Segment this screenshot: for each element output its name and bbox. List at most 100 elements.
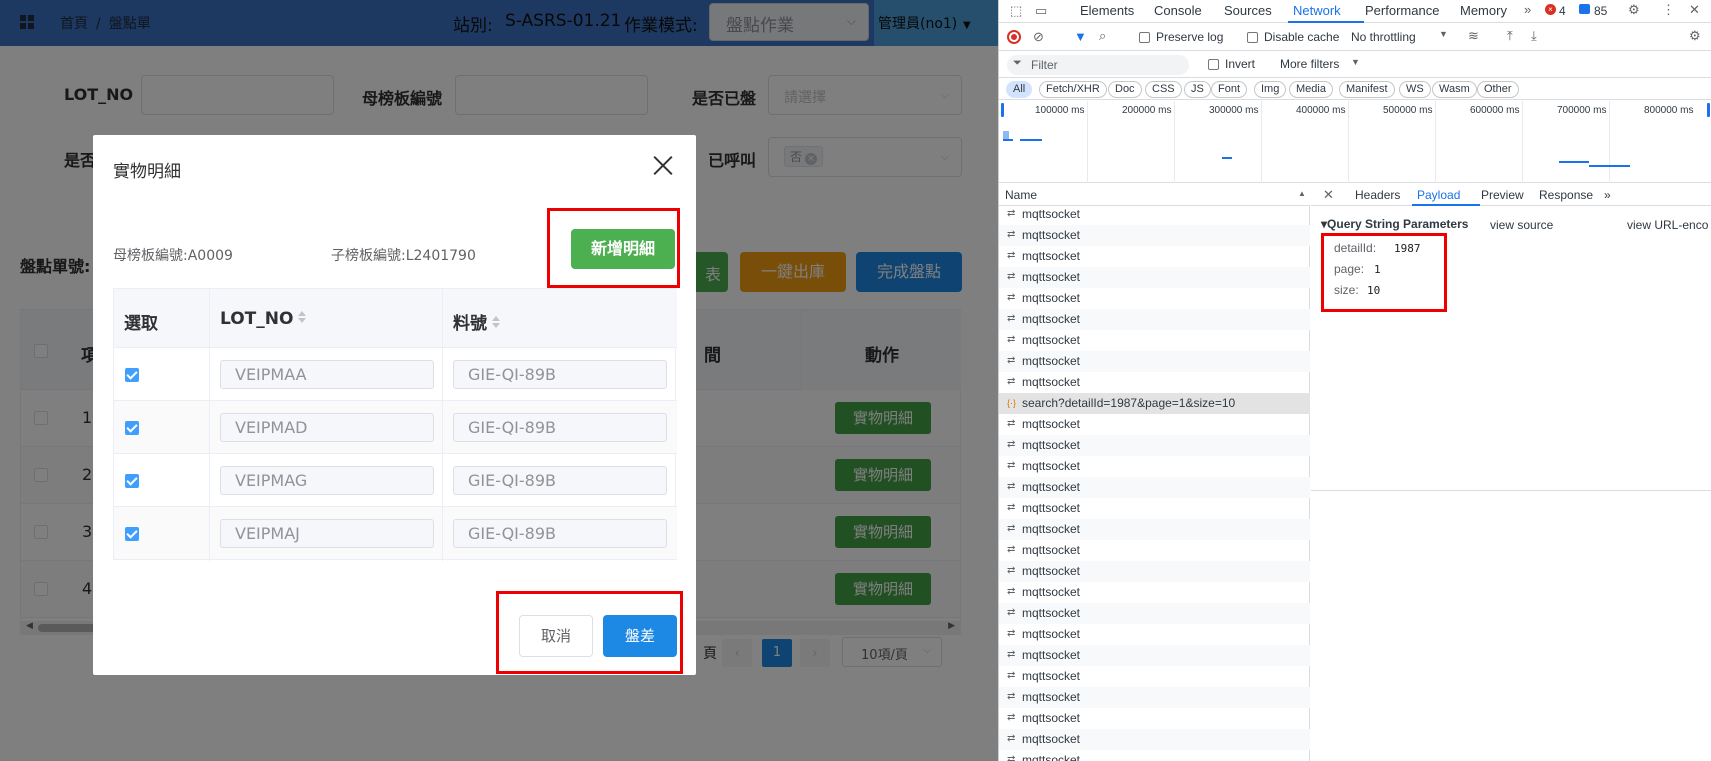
type-filter-all[interactable]: All: [1006, 81, 1033, 98]
disable-cache-checkbox[interactable]: [1247, 32, 1258, 43]
request-row[interactable]: ⇄ mqttsocket: [999, 246, 1310, 267]
clear-icon[interactable]: ⊘: [1033, 29, 1044, 45]
type-filter-other[interactable]: Other: [1477, 81, 1519, 98]
record-icon[interactable]: [1007, 30, 1021, 44]
request-row[interactable]: ⇄ mqttsocket: [999, 603, 1310, 624]
row-checked-checkbox[interactable]: [125, 421, 139, 435]
timeline-selection-handle[interactable]: [1707, 103, 1710, 117]
request-row[interactable]: ⇄ mqttsocket: [999, 330, 1310, 351]
close-icon[interactable]: [648, 150, 678, 180]
request-row[interactable]: ⇄ mqttsocket: [999, 687, 1310, 708]
request-row[interactable]: ⇄ mqttsocket: [999, 477, 1310, 498]
request-row[interactable]: ⇄ mqttsocket: [999, 435, 1310, 456]
request-row[interactable]: ⇄ mqttsocket: [999, 624, 1310, 645]
request-row[interactable]: ⇄ mqttsocket: [999, 498, 1310, 519]
throttling-select[interactable]: No throttling: [1351, 30, 1416, 44]
sort-icon[interactable]: [298, 311, 307, 323]
request-row[interactable]: ⇄ mqttsocket: [999, 729, 1310, 750]
row-checked-checkbox[interactable]: [125, 368, 139, 382]
request-row[interactable]: ⇄ mqttsocket: [999, 750, 1310, 761]
request-row[interactable]: ⇄ mqttsocket: [999, 414, 1310, 435]
type-filter-wasm[interactable]: Wasm: [1432, 81, 1477, 98]
inspect-element-icon[interactable]: ⬚: [1010, 3, 1022, 19]
type-filter-js[interactable]: JS: [1184, 81, 1211, 98]
network-settings-icon[interactable]: ⚙: [1689, 28, 1701, 44]
more-tabs-icon[interactable]: »: [1604, 188, 1611, 202]
caret-down-icon[interactable]: ▼: [1351, 57, 1360, 67]
request-row[interactable]: ⇄ mqttsocket: [999, 309, 1310, 330]
caret-down-icon[interactable]: ▼: [1439, 29, 1448, 39]
query-string-parameters-title[interactable]: ▾Query String Parameters: [1321, 217, 1468, 231]
request-row[interactable]: ⇄ mqttsocket: [999, 708, 1310, 729]
close-devtools-icon[interactable]: ✕: [1689, 2, 1700, 18]
cancel-button[interactable]: 取消: [519, 615, 593, 657]
request-row[interactable]: ⇄ mqttsocket: [999, 372, 1310, 393]
type-filter-doc[interactable]: Doc: [1108, 81, 1142, 98]
part-no-field[interactable]: GIE-QI-89B: [453, 360, 667, 389]
sort-up-icon[interactable]: ▲: [1298, 189, 1306, 198]
network-timeline-overview[interactable]: 100000 ms 200000 ms 300000 ms 400000 ms …: [999, 101, 1711, 183]
name-column-header[interactable]: Name: [1005, 188, 1037, 202]
tab-preview[interactable]: Preview: [1481, 188, 1524, 202]
message-count[interactable]: 85: [1594, 4, 1607, 18]
lot-no-field[interactable]: VEIPMAG: [220, 466, 434, 495]
tab-sources[interactable]: Sources: [1224, 3, 1272, 18]
upload-icon[interactable]: ⤒: [1507, 28, 1513, 44]
tab-memory[interactable]: Memory: [1460, 3, 1507, 18]
type-filter-fetch-xhr[interactable]: Fetch/XHR: [1039, 81, 1107, 98]
part-no-column-header[interactable]: 料號: [453, 309, 500, 334]
invert-checkbox[interactable]: [1208, 59, 1219, 70]
network-conditions-icon[interactable]: ≋: [1468, 28, 1479, 44]
search-icon[interactable]: ⌕: [1099, 28, 1106, 44]
sort-icon[interactable]: [492, 316, 500, 328]
count-difference-button[interactable]: 盤差: [603, 615, 677, 657]
error-count[interactable]: 4: [1559, 4, 1566, 18]
timeline-selection-handle[interactable]: [1001, 103, 1004, 117]
type-filter-ws[interactable]: WS: [1399, 81, 1431, 98]
preserve-log-checkbox[interactable]: [1139, 32, 1150, 43]
request-row[interactable]: ⇄ mqttsocket: [999, 561, 1310, 582]
tab-headers[interactable]: Headers: [1355, 188, 1400, 202]
request-row[interactable]: ⇄ mqttsocket: [999, 540, 1310, 561]
request-row[interactable]: ⇄ mqttsocket: [999, 204, 1310, 225]
device-toolbar-icon[interactable]: ▭: [1035, 3, 1047, 19]
more-tabs-icon[interactable]: »: [1524, 2, 1531, 17]
view-url-encoded-link[interactable]: view URL-enco: [1627, 218, 1708, 232]
request-row[interactable]: ⇄ mqttsocket: [999, 645, 1310, 666]
request-row[interactable]: ⇄ mqttsocket: [999, 666, 1310, 687]
filter-icon[interactable]: ▼: [1074, 29, 1087, 44]
lot-no-field[interactable]: VEIPMAJ: [220, 519, 434, 548]
tab-console[interactable]: Console: [1154, 3, 1202, 18]
more-filters-dropdown[interactable]: More filters: [1280, 57, 1339, 71]
kebab-menu-icon[interactable]: ⋮: [1662, 2, 1675, 18]
lot-no-field[interactable]: VEIPMAD: [220, 413, 434, 442]
part-no-field[interactable]: GIE-QI-89B: [453, 519, 667, 548]
request-row[interactable]: ⇄ mqttsocket: [999, 267, 1310, 288]
request-row[interactable]: ⇄ mqttsocket: [999, 225, 1310, 246]
type-filter-manifest[interactable]: Manifest: [1339, 81, 1395, 98]
part-no-field[interactable]: GIE-QI-89B: [453, 413, 667, 442]
lot-no-column-header[interactable]: LOT_NO: [220, 309, 307, 329]
request-row[interactable]: ⇄ mqttsocket: [999, 519, 1310, 540]
type-filter-font[interactable]: Font: [1211, 81, 1248, 98]
tab-network[interactable]: Network: [1293, 3, 1341, 18]
request-row[interactable]: ⇄ mqttsocket: [999, 288, 1310, 309]
request-row[interactable]: ⇄ mqttsocket: [999, 456, 1310, 477]
filter-input[interactable]: ⏷ Filter: [1007, 55, 1189, 75]
type-filter-media[interactable]: Media: [1289, 81, 1333, 98]
tab-performance[interactable]: Performance: [1365, 3, 1439, 18]
add-detail-button[interactable]: 新增明細: [571, 229, 675, 269]
row-checked-checkbox[interactable]: [125, 474, 139, 488]
download-icon[interactable]: ⤓: [1531, 28, 1537, 44]
request-row[interactable]: ⇄ mqttsocket: [999, 582, 1310, 603]
type-filter-img[interactable]: Img: [1254, 81, 1287, 98]
view-source-link[interactable]: view source: [1490, 218, 1553, 232]
lot-no-field[interactable]: VEIPMAA: [220, 360, 434, 389]
row-checked-checkbox[interactable]: [125, 527, 139, 541]
request-row[interactable]: ⇄ mqttsocket: [999, 351, 1310, 372]
close-icon[interactable]: ✕: [1323, 187, 1334, 203]
settings-gear-icon[interactable]: ⚙: [1628, 2, 1640, 18]
type-filter-css[interactable]: CSS: [1145, 81, 1182, 98]
part-no-field[interactable]: GIE-QI-89B: [453, 466, 667, 495]
tab-payload[interactable]: Payload: [1417, 188, 1460, 202]
